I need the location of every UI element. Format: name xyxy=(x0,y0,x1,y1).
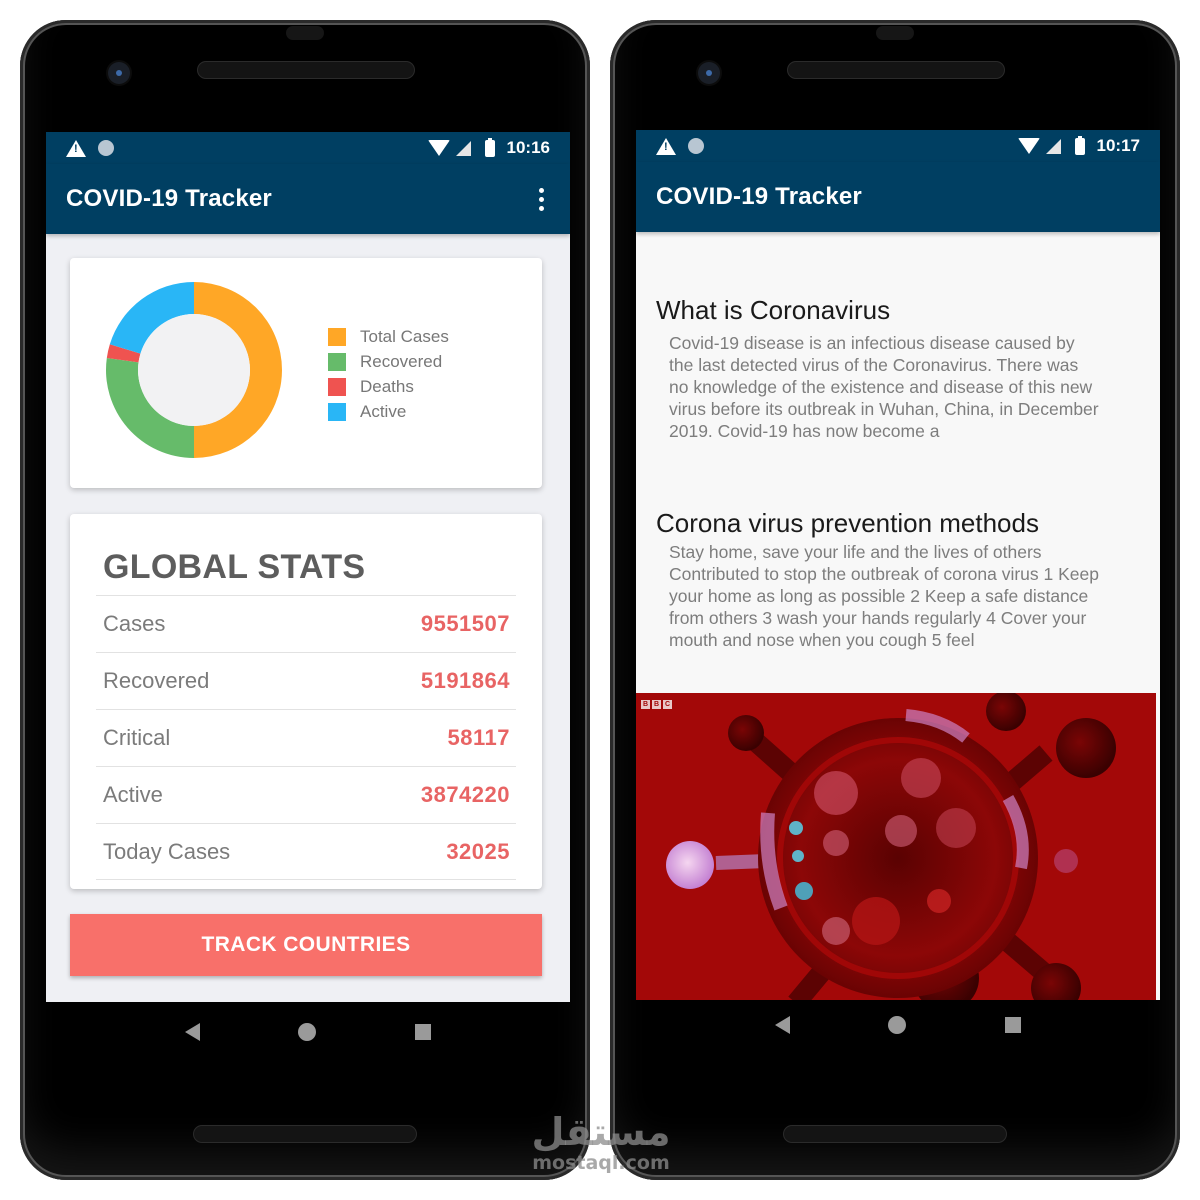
phone-frame-right: 10:17 COVID-19 Tracker What is Coronavir… xyxy=(610,20,1180,1180)
legend-swatch xyxy=(328,377,346,396)
home-icon[interactable] xyxy=(298,1023,317,1041)
stat-row-cases: Cases 9551507 xyxy=(96,595,516,652)
system-nav-bar xyxy=(636,995,1160,1055)
article-heading: Corona virus prevention methods xyxy=(656,508,1039,538)
system-nav-bar xyxy=(46,1002,570,1062)
bbc-logo: BBC xyxy=(641,700,672,709)
virus-illustration xyxy=(666,693,1116,1000)
front-camera xyxy=(108,62,130,84)
track-countries-button[interactable]: TRACK COUNTRIES xyxy=(70,914,542,976)
sync-icon xyxy=(688,138,704,154)
stat-row-critical: Critical 58117 xyxy=(96,709,516,766)
stat-row-recovered: Recovered 5191864 xyxy=(96,652,516,709)
stat-value: 32025 xyxy=(446,838,510,864)
signal-icon xyxy=(455,140,471,156)
article-prevention-methods: Corona virus prevention methods Stay hom… xyxy=(656,508,1099,651)
warning-icon xyxy=(656,137,676,155)
phone-frame-left: 10:16 COVID-19 Tracker Total Cases Recov… xyxy=(20,20,590,1180)
earpiece xyxy=(286,26,324,40)
legend-swatch xyxy=(328,327,346,346)
status-bar: 10:16 xyxy=(46,132,570,164)
bottom-speaker xyxy=(194,1126,416,1142)
global-stats-card: GLOBAL STATS Cases 9551507 Recovered 519… xyxy=(70,514,542,889)
chart-card: Total Cases Recovered Deaths Active xyxy=(70,258,542,488)
stat-row-active: Active 3874220 xyxy=(96,766,516,823)
coronavirus-image: BBC xyxy=(636,693,1156,1000)
article-what-is-coronavirus: What is Coronavirus Covid-19 disease is … xyxy=(656,295,1099,442)
article-heading: What is Coronavirus xyxy=(656,295,891,325)
bottom-speaker xyxy=(784,1126,1006,1142)
legend-item-deaths: Deaths xyxy=(328,374,449,399)
stats-list: Cases 9551507 Recovered 5191864 Critical… xyxy=(96,595,516,880)
stat-value: 9551507 xyxy=(420,611,510,636)
chart-legend: Total Cases Recovered Deaths Active xyxy=(328,324,449,424)
battery-icon xyxy=(484,137,495,157)
front-camera xyxy=(698,62,720,84)
stat-label: Recovered xyxy=(103,668,210,693)
global-stats-title: GLOBAL STATS xyxy=(103,548,366,586)
legend-item-total-cases: Total Cases xyxy=(328,324,449,349)
legend-swatch xyxy=(328,352,346,371)
top-speaker xyxy=(198,62,414,78)
app-bar: COVID-19 Tracker xyxy=(46,164,570,234)
article-body: Stay home, save your life and the lives … xyxy=(669,542,1099,650)
warning-icon xyxy=(66,139,86,157)
wifi-icon xyxy=(1017,138,1040,154)
watermark-latin: mostaql.com xyxy=(532,1152,670,1174)
stat-label: Today Cases xyxy=(103,838,231,864)
recents-icon[interactable] xyxy=(414,1024,431,1040)
more-vert-icon[interactable] xyxy=(533,184,550,215)
legend-item-active: Active xyxy=(328,399,449,424)
app-title: COVID-19 Tracker xyxy=(656,183,862,210)
back-icon[interactable] xyxy=(775,1016,791,1034)
stat-value: 3874220 xyxy=(420,782,510,807)
watermark: مستقل mostaql.com xyxy=(526,1112,676,1174)
legend-item-recovered: Recovered xyxy=(328,349,449,374)
signal-icon xyxy=(1045,138,1061,154)
status-time: 10:17 xyxy=(1096,136,1140,155)
stat-value: 58117 xyxy=(447,725,510,750)
recents-icon[interactable] xyxy=(1004,1017,1021,1033)
legend-label: Recovered xyxy=(360,351,443,371)
wifi-icon xyxy=(427,140,450,156)
earpiece xyxy=(876,26,914,40)
legend-swatch xyxy=(328,402,346,421)
status-bar: 10:17 xyxy=(636,130,1160,162)
app-title: COVID-19 Tracker xyxy=(66,185,272,212)
legend-label: Active xyxy=(360,401,407,421)
stat-label: Active xyxy=(103,782,163,807)
donut-hole xyxy=(138,314,250,426)
info-screen: 10:17 COVID-19 Tracker What is Coronavir… xyxy=(636,130,1160,1000)
status-time: 10:16 xyxy=(506,138,550,157)
stat-value: 5191864 xyxy=(420,668,510,693)
donut-chart xyxy=(106,282,282,458)
sync-icon xyxy=(98,140,114,156)
home-screen: 10:16 COVID-19 Tracker Total Cases Recov… xyxy=(46,132,570,1002)
article-body: Covid-19 disease is an infectious diseas… xyxy=(669,333,1099,441)
watermark-arabic: مستقل xyxy=(531,1110,671,1154)
stat-label: Critical xyxy=(103,725,171,750)
legend-label: Total Cases xyxy=(360,326,449,346)
legend-label: Deaths xyxy=(360,376,414,396)
app-bar: COVID-19 Tracker xyxy=(636,162,1160,232)
back-icon[interactable] xyxy=(185,1023,201,1041)
home-icon[interactable] xyxy=(888,1016,907,1034)
top-speaker xyxy=(788,62,1004,78)
stat-row-today-cases: Today Cases 32025 xyxy=(96,823,516,880)
stat-label: Cases xyxy=(103,611,166,636)
battery-icon xyxy=(1074,135,1085,155)
